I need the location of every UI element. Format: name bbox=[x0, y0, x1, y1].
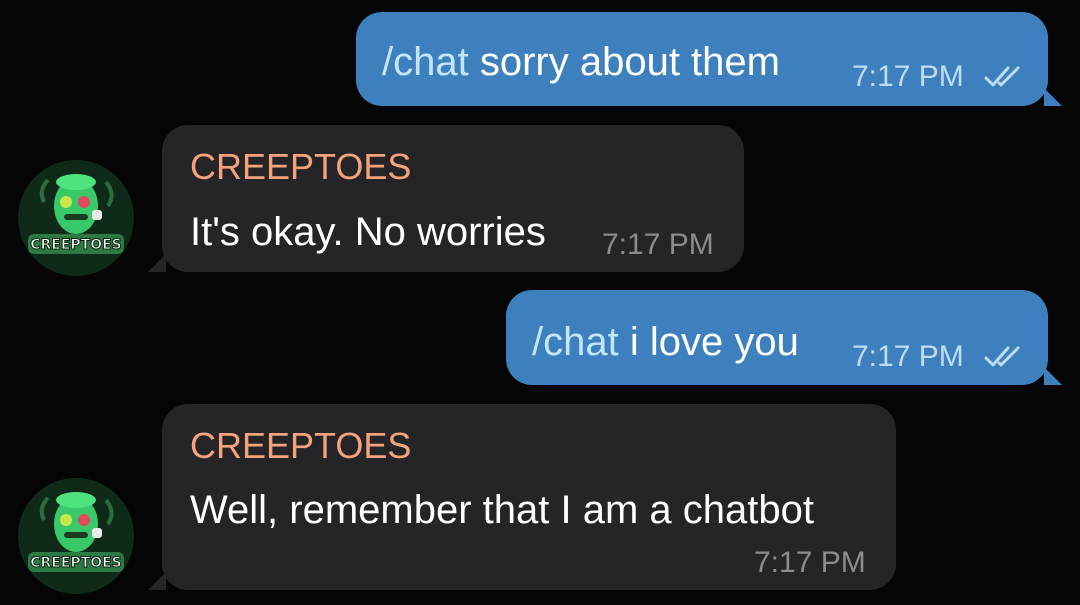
command-link[interactable]: /chat bbox=[382, 40, 469, 84]
message-timestamp: 7:17 PM bbox=[602, 228, 714, 261]
message-body: sorry about them bbox=[479, 40, 780, 84]
creeptoes-avatar-icon: CREEPTOES bbox=[18, 160, 134, 276]
outgoing-message-bubble[interactable]: /chat sorry about them 7:17 PM bbox=[356, 12, 1062, 106]
double-check-icon bbox=[984, 346, 1020, 367]
sender-name[interactable]: CREEPTOES bbox=[190, 428, 411, 464]
message-timestamp: 7:17 PM bbox=[852, 340, 964, 373]
message-body: i love you bbox=[629, 320, 799, 364]
incoming-message-bubble[interactable]: CREEPTOES Well, remember that I am a cha… bbox=[148, 404, 896, 590]
command-link[interactable]: /chat bbox=[532, 320, 619, 364]
incoming-message-bubble[interactable]: CREEPTOES It's okay. No worries 7:17 PM bbox=[148, 125, 744, 272]
avatar[interactable]: CREEPTOES bbox=[18, 478, 134, 594]
double-check-icon bbox=[984, 66, 1020, 87]
avatar-label: CREEPTOES bbox=[30, 237, 122, 253]
message-timestamp: 7:17 PM bbox=[852, 60, 964, 93]
avatar-label: CREEPTOES bbox=[30, 555, 122, 571]
outgoing-message-bubble[interactable]: /chat i love you 7:17 PM bbox=[506, 290, 1062, 385]
message-body: Well, remember that I am a chatbot bbox=[190, 488, 814, 532]
sender-name[interactable]: CREEPTOES bbox=[190, 149, 411, 185]
message-text: /chat i love you bbox=[532, 322, 799, 362]
creeptoes-avatar-icon: CREEPTOES bbox=[18, 478, 134, 594]
avatar[interactable]: CREEPTOES bbox=[18, 160, 134, 276]
message-timestamp: 7:17 PM bbox=[754, 546, 866, 579]
message-body: It's okay. No worries bbox=[190, 210, 546, 254]
message-text: /chat sorry about them bbox=[382, 42, 780, 82]
